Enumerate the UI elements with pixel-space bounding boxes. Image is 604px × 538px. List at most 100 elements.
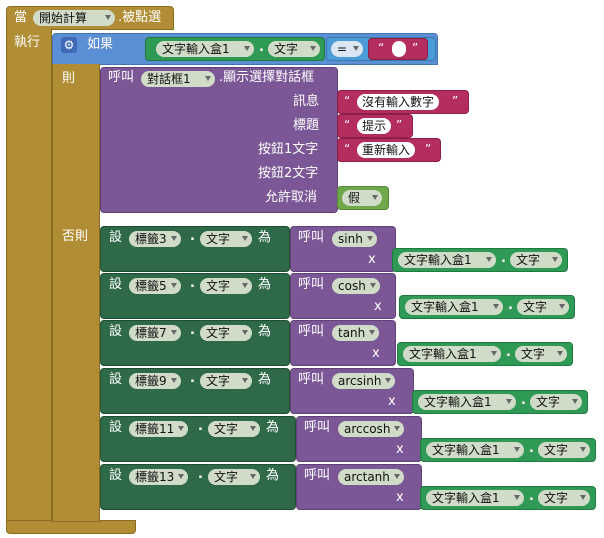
event-bottom: [6, 520, 136, 534]
event-component-dropdown[interactable]: 開始計算: [33, 10, 115, 26]
dialog-btn1-label: 按鈕1文字: [258, 142, 319, 157]
event-do-label: 執行: [14, 35, 41, 50]
cancel-bool-dropdown[interactable]: 假: [342, 190, 382, 206]
set-dot: .: [190, 323, 195, 338]
dialog-title-label: 標題: [293, 118, 320, 133]
compare-op-dropdown[interactable]: =: [331, 41, 363, 57]
set-to-label: 為: [258, 372, 272, 387]
set-label: 設: [109, 277, 123, 292]
set-to-label: 為: [266, 468, 280, 483]
arg-dot: .: [508, 298, 513, 313]
arg-textbox-dropdown[interactable]: 文字輸入盒1: [418, 394, 516, 410]
set-prop-dropdown[interactable]: 文字: [200, 231, 252, 247]
message-close-quote: ”: [452, 94, 459, 108]
set-component-dropdown[interactable]: 標籤3: [129, 231, 181, 247]
arg-prop-dropdown[interactable]: 文字: [538, 490, 590, 506]
arg-prop-dropdown[interactable]: 文字: [538, 442, 590, 458]
if-body-left: [52, 64, 100, 522]
set-component-dropdown[interactable]: 標籤5: [129, 278, 181, 294]
gear-icon[interactable]: ⚙: [61, 37, 77, 53]
math-call-label: 呼叫: [298, 230, 325, 245]
arg-textbox-dropdown[interactable]: 文字輸入盒1: [403, 346, 501, 362]
set-dot: .: [190, 229, 195, 244]
math-x-label: x: [372, 346, 380, 361]
arg-textbox-dropdown[interactable]: 文字輸入盒1: [426, 442, 524, 458]
event-when-label: 當: [14, 10, 28, 25]
math-fn-dropdown[interactable]: tanh: [332, 325, 380, 341]
math-x-label: x: [368, 252, 376, 267]
set-component-dropdown[interactable]: 標籤7: [129, 325, 181, 341]
if-prop-dropdown[interactable]: 文字: [268, 41, 320, 57]
then-label: 則: [62, 71, 76, 86]
math-x-label: x: [388, 394, 396, 409]
set-component-dropdown[interactable]: 標籤11: [129, 421, 189, 437]
title-text-field[interactable]: 提示: [357, 118, 392, 134]
arg-textbox-dropdown[interactable]: 文字輸入盒1: [405, 299, 503, 315]
set-to-label: 為: [258, 324, 272, 339]
arg-dot: .: [501, 251, 506, 266]
set-label: 設: [109, 230, 123, 245]
dialog-btn2-label: 按鈕2文字: [258, 166, 319, 181]
set-dot: .: [190, 276, 195, 291]
math-fn-dropdown[interactable]: cosh: [332, 278, 380, 294]
math-fn-dropdown[interactable]: arctanh: [338, 469, 404, 485]
arg-prop-dropdown[interactable]: 文字: [517, 299, 569, 315]
set-component-dropdown[interactable]: 標籤9: [129, 373, 181, 389]
math-fn-dropdown[interactable]: arcsinh: [332, 373, 396, 389]
empty-text-close-quote: ”: [412, 41, 419, 55]
set-dot: .: [190, 371, 195, 386]
btn1-close-quote: ”: [425, 142, 432, 156]
arg-dot: .: [529, 489, 534, 504]
math-x-label: x: [396, 442, 404, 457]
set-prop-dropdown[interactable]: 文字: [200, 373, 252, 389]
dialog-method: .顯示選擇對話框: [219, 70, 315, 85]
arg-prop-dropdown[interactable]: 文字: [530, 394, 582, 410]
dialog-component-dropdown[interactable]: 對話框1: [141, 71, 215, 87]
set-prop-dropdown[interactable]: 文字: [208, 421, 260, 437]
math-call-label: 呼叫: [298, 277, 325, 292]
math-fn-dropdown[interactable]: arccosh: [338, 421, 405, 437]
arg-dot: .: [521, 393, 526, 408]
empty-text-open-quote: “: [378, 41, 385, 55]
set-to-label: 為: [266, 420, 280, 435]
set-label: 設: [109, 468, 123, 483]
arg-prop-dropdown[interactable]: 文字: [515, 346, 567, 362]
math-x-label: x: [374, 299, 382, 314]
arg-textbox-dropdown[interactable]: 文字輸入盒1: [398, 252, 496, 268]
else-label: 否則: [62, 229, 89, 244]
set-to-label: 為: [258, 230, 272, 245]
set-prop-dropdown[interactable]: 文字: [200, 325, 252, 341]
event-body-left: [6, 29, 52, 531]
empty-text-field[interactable]: [392, 41, 406, 57]
btn1-open-quote: “: [344, 142, 351, 156]
set-prop-dropdown[interactable]: 文字: [200, 278, 252, 294]
message-open-quote: “: [344, 94, 351, 108]
math-call-label: 呼叫: [304, 420, 331, 435]
event-suffix: .被點選: [118, 10, 162, 25]
math-call-label: 呼叫: [304, 468, 331, 483]
dialog-cancel-label: 允許取消: [265, 190, 318, 205]
set-prop-dropdown[interactable]: 文字: [208, 469, 260, 485]
arg-textbox-dropdown[interactable]: 文字輸入盒1: [426, 490, 524, 506]
dialog-message-label: 訊息: [293, 94, 320, 109]
arg-dot: .: [529, 441, 534, 456]
if-dot: .: [259, 40, 264, 55]
set-dot: .: [198, 467, 203, 482]
if-textbox-dropdown[interactable]: 文字輸入盒1: [156, 41, 254, 57]
message-text-field[interactable]: 沒有輸入數字: [357, 94, 440, 110]
arg-dot: .: [506, 345, 511, 360]
btn1-text-field[interactable]: 重新輸入: [357, 142, 416, 158]
arg-prop-dropdown[interactable]: 文字: [510, 252, 562, 268]
math-x-label: x: [396, 490, 404, 505]
set-dot: .: [198, 419, 203, 434]
dialog-call-label: 呼叫: [108, 70, 135, 85]
set-component-dropdown[interactable]: 標籤13: [129, 469, 189, 485]
if-label: 如果: [87, 37, 114, 52]
math-call-label: 呼叫: [298, 372, 325, 387]
title-close-quote: ”: [396, 118, 403, 132]
math-fn-dropdown[interactable]: sinh: [332, 231, 377, 247]
math-call-label: 呼叫: [298, 324, 325, 339]
title-open-quote: “: [344, 118, 351, 132]
set-label: 設: [109, 324, 123, 339]
set-to-label: 為: [258, 277, 272, 292]
